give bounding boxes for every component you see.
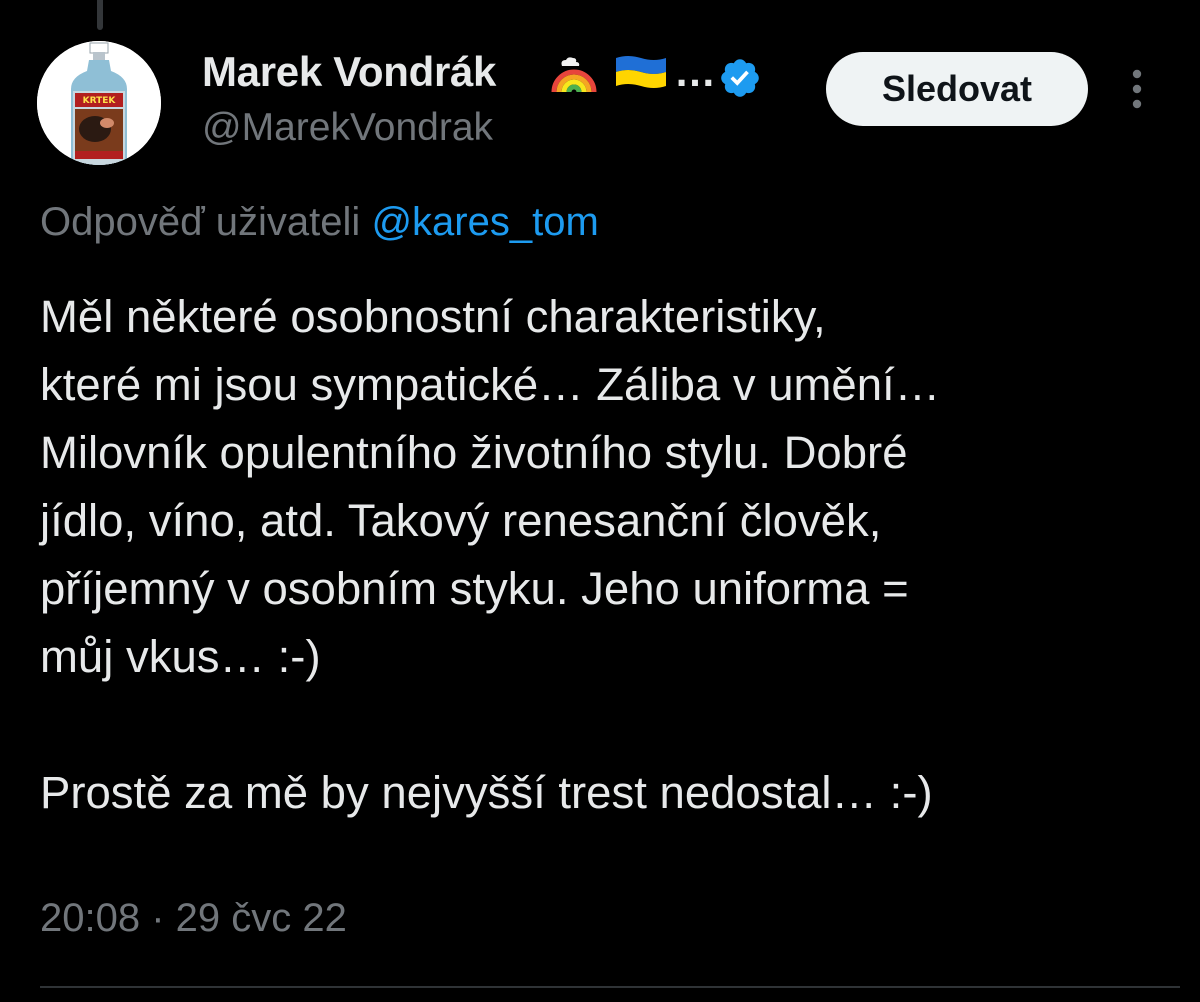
name-truncation-ellipsis: … (674, 48, 716, 95)
reply-mention-link[interactable]: @kares_tom (371, 200, 598, 244)
tweet-text-line: můj vkus… :-) (40, 631, 321, 682)
follow-button[interactable]: Sledovat (826, 52, 1088, 126)
more-options-icon[interactable] (1120, 66, 1154, 112)
tweet-text-last-paragraph: Prostě za mě by nejvyšší trest nedostal…… (40, 767, 933, 818)
divider (40, 986, 1180, 988)
ukraine-flag-icon (614, 52, 668, 97)
author-handle[interactable]: @MarekVondrak (202, 106, 493, 150)
reply-context: Odpověď uživateli @kares_tom (40, 200, 599, 245)
tweet-text-line: jídlo, víno, atd. Takový renesanční člov… (40, 495, 882, 546)
tweet-timestamp[interactable]: 20:08 · 29 čvc 22 (40, 896, 347, 941)
verified-badge-icon[interactable] (718, 56, 762, 100)
avatar[interactable]: KRTEK (37, 41, 161, 165)
reply-prefix: Odpověď uživateli (40, 200, 361, 244)
tweet-text: Měl některé osobnostní charakteristiky, … (40, 283, 1180, 827)
tweet-text-line: příjemný v osobním styku. Jeho uniforma … (40, 563, 909, 614)
tweet-text-line: Měl některé osobnostní charakteristiky, (40, 291, 826, 342)
rainbow-icon (550, 52, 598, 101)
avatar-bottle-image: KRTEK (37, 41, 161, 165)
tweet-text-line: Milovník opulentního životního stylu. Do… (40, 427, 908, 478)
author-display-name[interactable]: Marek Vondrák (202, 48, 496, 96)
tweet-text-line: které mi jsou sympatické… Záliba v umění… (40, 359, 941, 410)
avatar-label-text: KRTEK (83, 96, 117, 106)
thread-connector-line (97, 0, 103, 30)
